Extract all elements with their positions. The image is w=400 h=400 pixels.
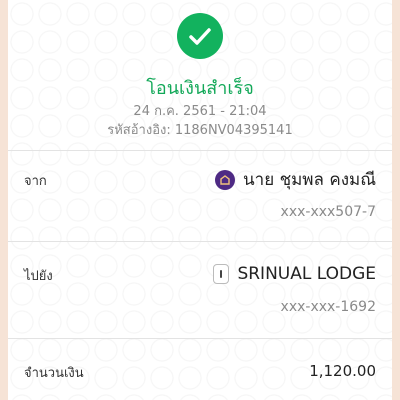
sender-account: xxx-xxx507-7 <box>280 204 376 220</box>
success-title: โอนเงินสำเร็จ <box>146 78 254 99</box>
to-name-row: SRINUAL LODGE <box>213 264 376 284</box>
divider <box>8 338 392 339</box>
recipient-name: SRINUAL LODGE <box>237 264 376 284</box>
amount-value: 1,120.00 <box>309 362 376 380</box>
from-label: จาก <box>24 174 47 189</box>
transfer-slip-card: โอนเงินสำเร็จ 24 ก.ค. 2561 - 21:04 รหัสอ… <box>8 0 392 400</box>
amount-label: จำนวนเงิน <box>24 366 84 381</box>
reference-code: รหัสอ้างอิง: 1186NV04395141 <box>107 123 293 138</box>
transfer-datetime: 24 ก.ค. 2561 - 21:04 <box>133 104 267 119</box>
recipient-account: xxx-xxx-1692 <box>280 299 376 315</box>
from-name-row: นาย ชุมพล คงมณี <box>215 166 376 193</box>
slip-header: โอนเงินสำเร็จ 24 ก.ค. 2561 - 21:04 รหัสอ… <box>8 0 392 150</box>
divider <box>8 150 392 151</box>
mobile-phone-icon <box>213 264 230 284</box>
success-check-icon <box>177 13 223 59</box>
bank-logo-icon <box>215 169 236 190</box>
to-label: ไปยัง <box>24 269 53 284</box>
divider <box>8 241 392 242</box>
sender-name: นาย ชุมพล คงมณี <box>243 170 376 190</box>
